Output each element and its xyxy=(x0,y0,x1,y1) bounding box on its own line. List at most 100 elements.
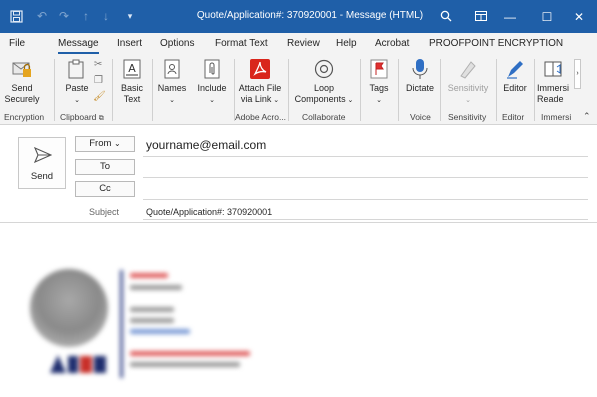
include-button[interactable]: Include ⌄ xyxy=(193,58,231,106)
cc-input[interactable] xyxy=(143,181,588,198)
paste-label: Paste xyxy=(65,83,89,93)
down-arrow-icon[interactable]: ↓ xyxy=(98,8,114,24)
tab-format-text[interactable]: Format Text xyxy=(215,38,268,49)
save-icon[interactable] xyxy=(8,8,24,24)
to-field-line xyxy=(143,177,588,178)
names-label: Names xyxy=(157,83,187,93)
lock-envelope-icon xyxy=(12,62,31,77)
sensitivity-button[interactable]: Sensitivity ⌄ xyxy=(443,58,493,106)
send-securely-label: Send Securely xyxy=(4,83,40,104)
from-button[interactable]: From ⌄ xyxy=(75,136,135,152)
tab-file[interactable]: File xyxy=(9,38,25,49)
immersive-label: Immersi Reade xyxy=(537,83,569,104)
include-label: Include xyxy=(197,83,227,93)
undo-icon[interactable]: ↶ xyxy=(34,8,50,24)
basic-text-label: Basic Text xyxy=(120,83,143,104)
window-title: Quote/Application#: 370920001 - Message … xyxy=(196,10,424,21)
editor-button[interactable]: Editor xyxy=(499,58,531,94)
ribbon-separator xyxy=(288,59,289,121)
ribbon: Send Securely Encryption Paste ⌄ ✂ ❐ 🖌 Cl… xyxy=(0,55,597,125)
tab-options[interactable]: Options xyxy=(160,38,194,49)
copy-icon[interactable]: ❐ xyxy=(94,75,103,86)
ribbon-separator xyxy=(496,59,497,121)
attach-file-via-link-button[interactable]: Attach File via Link ⌄ xyxy=(236,58,284,106)
collapse-ribbon-icon[interactable]: ⌃ xyxy=(583,111,591,122)
loop-icon xyxy=(314,59,334,79)
maximize-icon[interactable]: ☐ xyxy=(529,0,565,33)
tab-review[interactable]: Review xyxy=(287,38,320,49)
clipboard-icon xyxy=(68,59,84,79)
search-icon[interactable] xyxy=(438,8,454,24)
tags-button[interactable]: Tags ⌄ xyxy=(364,58,394,106)
cc-button[interactable]: Cc xyxy=(75,181,135,197)
send-label: Send xyxy=(30,171,54,182)
svg-text:A: A xyxy=(128,62,136,75)
group-editor-label: Editor xyxy=(502,112,525,122)
tab-insert[interactable]: Insert xyxy=(117,38,142,49)
send-button[interactable]: Send xyxy=(18,137,66,189)
close-icon[interactable]: ✕ xyxy=(561,0,597,33)
group-voice-label: Voice xyxy=(410,112,431,122)
send-securely-button[interactable]: Send Securely xyxy=(4,58,40,105)
microphone-icon xyxy=(412,59,428,79)
tab-help[interactable]: Help xyxy=(336,38,357,49)
ribbon-separator xyxy=(534,59,535,121)
basic-text-button[interactable]: A Basic Text xyxy=(116,58,148,105)
group-encryption-label: Encryption xyxy=(4,112,45,122)
signature-text-line xyxy=(130,273,168,278)
signature-text-line xyxy=(130,285,182,290)
names-button[interactable]: Names ⌄ xyxy=(156,58,188,106)
from-field-line xyxy=(143,156,588,157)
send-arrow-icon xyxy=(34,147,52,163)
immersive-reader-icon xyxy=(544,61,562,77)
immersive-reader-button[interactable]: Immersi Reade xyxy=(537,58,575,105)
tab-proofpoint-encryption[interactable]: PROOFPOINT ENCRYPTION xyxy=(429,38,563,49)
ribbon-separator xyxy=(398,59,399,121)
minimize-icon[interactable]: — xyxy=(492,0,528,33)
dictate-label: Dictate xyxy=(405,83,434,93)
paperclip-icon xyxy=(204,59,220,79)
tab-message[interactable]: Message xyxy=(58,38,99,54)
subject-input[interactable]: Quote/Application#: 370920001 xyxy=(146,207,272,217)
editor-pen-icon xyxy=(507,61,523,79)
sensitivity-label: Sensitivity xyxy=(447,83,489,93)
ribbon-display-icon[interactable] xyxy=(473,8,489,24)
group-sensitivity-label: Sensitivity xyxy=(448,112,487,122)
paste-button[interactable]: Paste ⌄ xyxy=(61,58,93,106)
redo-icon[interactable]: ↷ xyxy=(56,8,72,24)
up-arrow-icon[interactable]: ↑ xyxy=(78,8,94,24)
from-value: yourname@email.com xyxy=(146,138,267,152)
subject-field-line xyxy=(143,219,588,220)
adobe-acrobat-icon xyxy=(250,59,270,79)
ribbon-separator xyxy=(360,59,361,121)
ribbon-separator xyxy=(112,59,113,121)
ribbon-tabs: File Message Insert Options Format Text … xyxy=(0,33,597,55)
signature-divider-line xyxy=(120,270,123,378)
font-a-icon: A xyxy=(123,59,141,79)
group-immersive-label: Immersi xyxy=(541,112,572,122)
loop-label: Loop Components xyxy=(294,83,346,104)
to-button[interactable]: To xyxy=(75,159,135,175)
header-body-divider xyxy=(0,222,597,223)
signature-text-line xyxy=(130,329,190,334)
loop-components-button[interactable]: Loop Components ⌄ xyxy=(293,58,355,106)
format-painter-icon[interactable]: 🖌 xyxy=(93,91,106,102)
signature-text-line xyxy=(130,318,174,323)
signature-text-line xyxy=(130,307,174,312)
group-clipboard-label: Clipboard ⧉ xyxy=(60,112,104,122)
dictate-button[interactable]: Dictate xyxy=(402,58,438,94)
ribbon-scroll-right-icon[interactable]: › xyxy=(574,59,581,89)
signature-photo xyxy=(30,269,108,347)
to-input[interactable] xyxy=(143,159,588,176)
editor-label: Editor xyxy=(503,83,527,93)
tags-label: Tags xyxy=(369,83,389,93)
ribbon-separator xyxy=(152,59,153,121)
group-collaborate-label: Collaborate xyxy=(302,112,346,122)
cut-icon[interactable]: ✂ xyxy=(94,59,102,70)
email-signature-blurred xyxy=(30,265,330,385)
tab-acrobat[interactable]: Acrobat xyxy=(375,38,409,49)
address-book-icon xyxy=(164,59,180,79)
cc-field-line xyxy=(143,199,588,200)
customize-toolbar-icon[interactable]: ▾ xyxy=(122,8,138,24)
signature-text-line xyxy=(130,362,240,367)
